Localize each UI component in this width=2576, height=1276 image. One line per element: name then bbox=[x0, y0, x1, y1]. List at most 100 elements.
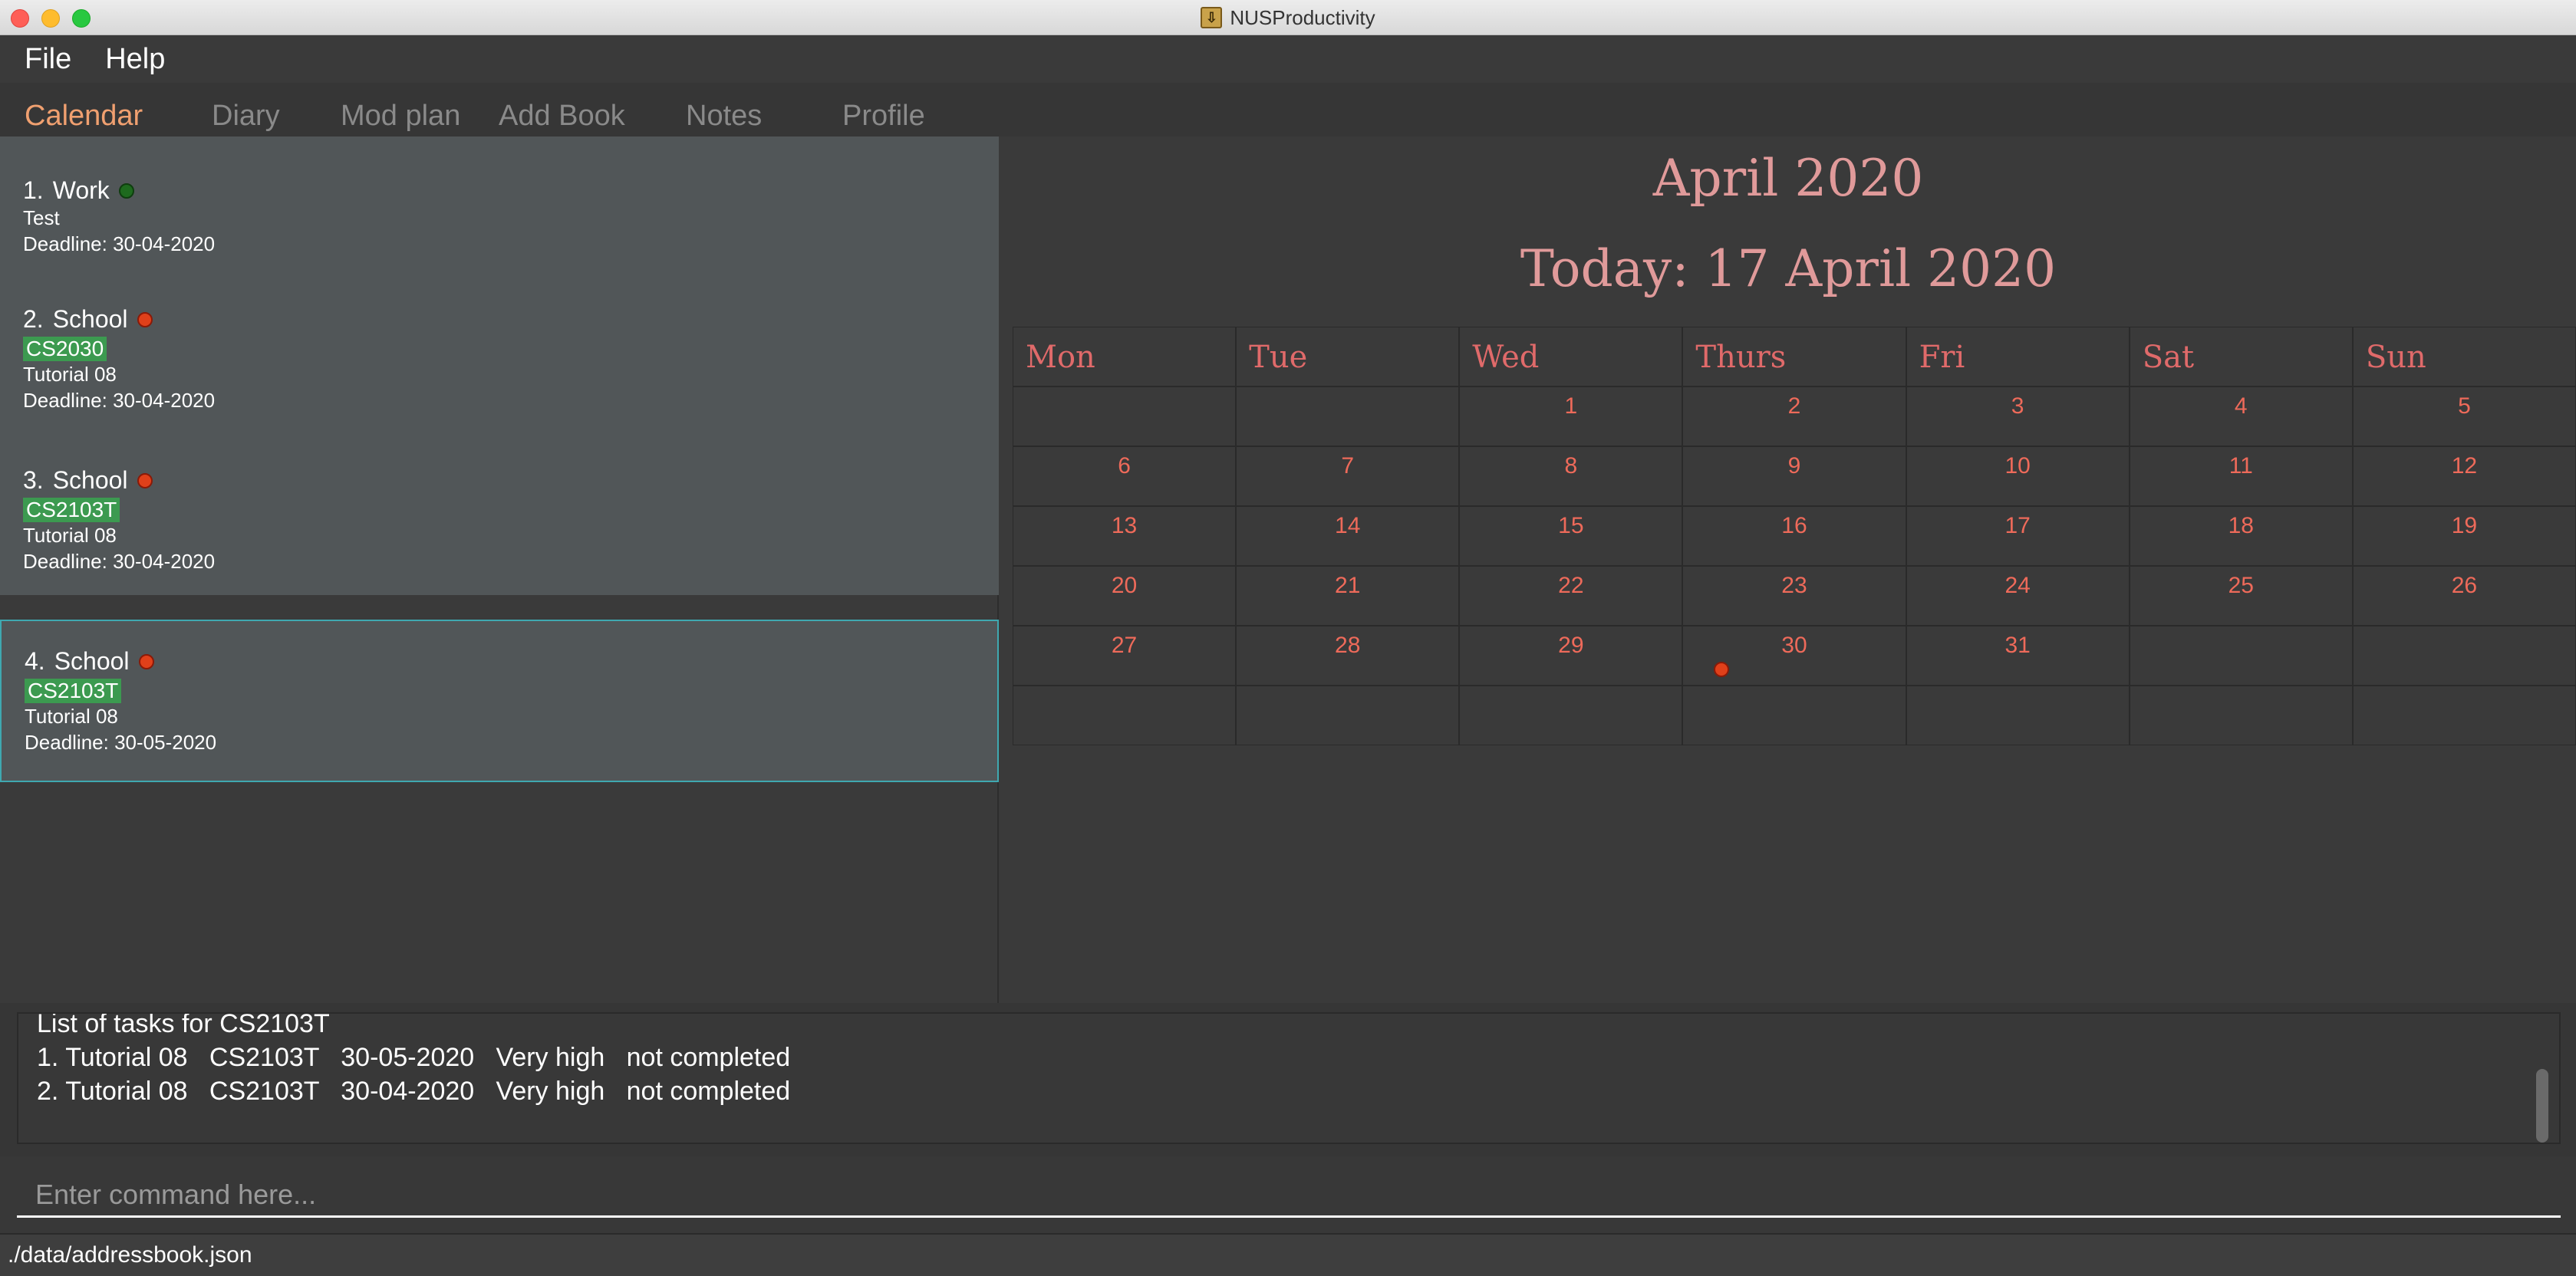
calendar-day-cell[interactable]: 3 bbox=[1906, 386, 2130, 446]
command-input[interactable] bbox=[17, 1173, 2561, 1218]
calendar-day-cell[interactable]: 30 bbox=[1682, 626, 1906, 686]
calendar-day-cell[interactable]: 24 bbox=[1906, 566, 2130, 626]
calendar-day-number: 4 bbox=[2234, 393, 2248, 419]
tab-add-book[interactable]: Add Book bbox=[499, 100, 625, 133]
status-bar: ./data/addressbook.json bbox=[0, 1233, 2576, 1276]
tab-profile[interactable]: Profile bbox=[842, 100, 925, 133]
calendar-day-number: 31 bbox=[2004, 633, 2031, 658]
calendar-day-cell[interactable] bbox=[1236, 386, 1460, 446]
event-dot-icon bbox=[1714, 662, 1730, 677]
calendar-day-cell[interactable] bbox=[2352, 686, 2576, 745]
calendar-day-number: 18 bbox=[2228, 513, 2254, 538]
calendar-day-cell[interactable] bbox=[1013, 386, 1237, 446]
menu-help[interactable]: Help bbox=[105, 43, 165, 76]
task-list-item[interactable]: 2. School CS2030 Tutorial 08 Deadline: 3… bbox=[0, 276, 999, 434]
calendar-day-cell[interactable]: 27 bbox=[1013, 626, 1237, 686]
tab-diary[interactable]: Diary bbox=[212, 100, 280, 133]
task-list-item[interactable]: 3. School CS2103T Tutorial 08 Deadline: … bbox=[0, 434, 999, 595]
calendar-day-cell[interactable]: 14 bbox=[1236, 506, 1460, 566]
weekday-header: Sun bbox=[2352, 327, 2576, 386]
calendar-day-cell[interactable]: 4 bbox=[2129, 386, 2353, 446]
calendar-day-cell[interactable]: 16 bbox=[1682, 506, 1906, 566]
task-deadline: Deadline: 30-04-2020 bbox=[23, 232, 216, 255]
calendar-day-number: 8 bbox=[1564, 453, 1578, 479]
calendar-day-cell[interactable] bbox=[2129, 686, 2353, 745]
calendar-day-cell[interactable] bbox=[2352, 626, 2576, 686]
status-dot-icon bbox=[138, 653, 154, 669]
calendar-day-cell[interactable]: 6 bbox=[1013, 446, 1237, 506]
tab-notes[interactable]: Notes bbox=[686, 100, 762, 133]
calendar-day-cell[interactable]: 12 bbox=[2352, 446, 2576, 506]
calendar-day-cell[interactable]: 13 bbox=[1013, 506, 1237, 566]
calendar-day-number: 22 bbox=[1558, 573, 1584, 598]
calendar-day-cell[interactable]: 2 bbox=[1682, 386, 1906, 446]
calendar-day-number: 23 bbox=[1781, 573, 1807, 598]
calendar-day-number: 7 bbox=[1341, 453, 1355, 479]
command-box-panel bbox=[0, 1156, 2576, 1233]
calendar-day-number: 15 bbox=[1558, 513, 1584, 538]
calendar-day-number: 17 bbox=[2004, 513, 2031, 538]
calendar-day-number: 26 bbox=[2451, 573, 2478, 598]
calendar-day-cell[interactable] bbox=[1682, 686, 1906, 745]
tab-mod-plan[interactable]: Mod plan bbox=[341, 100, 460, 133]
calendar-day-cell[interactable]: 28 bbox=[1236, 626, 1460, 686]
calendar-day-cell[interactable]: 19 bbox=[2352, 506, 2576, 566]
calendar-day-number: 2 bbox=[1787, 393, 1801, 419]
calendar-day-cell[interactable] bbox=[1459, 686, 1683, 745]
module-tag: CS2103T bbox=[25, 679, 122, 703]
task-list-item[interactable]: 1. Work Test Deadline: 30-04-2020 bbox=[0, 136, 999, 276]
tab-calendar[interactable]: Calendar bbox=[25, 100, 143, 133]
window-titlebar: ⇩ NUSProductivity bbox=[0, 0, 2576, 35]
module-tag: CS2103T bbox=[23, 498, 120, 522]
calendar-day-cell[interactable] bbox=[1906, 686, 2130, 745]
calendar-day-cell[interactable]: 11 bbox=[2129, 446, 2353, 506]
calendar-day-cell[interactable]: 29 bbox=[1459, 626, 1683, 686]
calendar-day-cell[interactable]: 21 bbox=[1236, 566, 1460, 626]
calendar-day-cell[interactable]: 25 bbox=[2129, 566, 2353, 626]
calendar-day-number: 30 bbox=[1781, 633, 1807, 658]
calendar-day-cell[interactable]: 10 bbox=[1906, 446, 2130, 506]
calendar-day-cell[interactable]: 22 bbox=[1459, 566, 1683, 626]
window-title-group: ⇩ NUSProductivity bbox=[0, 0, 2576, 35]
calendar-day-cell[interactable] bbox=[1013, 686, 1237, 745]
calendar-day-cell[interactable]: 17 bbox=[1906, 506, 2130, 566]
save-file-path: ./data/addressbook.json bbox=[8, 1242, 252, 1268]
calendar-day-number: 20 bbox=[1111, 573, 1138, 598]
calendar-day-cell[interactable]: 15 bbox=[1459, 506, 1683, 566]
result-line: List of tasks for CS2103T bbox=[37, 1012, 330, 1038]
result-scrollbar[interactable] bbox=[2536, 1069, 2548, 1143]
calendar-day-number: 25 bbox=[2228, 573, 2254, 598]
calendar-day-number: 21 bbox=[1335, 573, 1361, 598]
calendar-day-cell[interactable]: 9 bbox=[1682, 446, 1906, 506]
calendar-day-cell[interactable] bbox=[1236, 686, 1460, 745]
task-deadline: Deadline: 30-04-2020 bbox=[23, 550, 216, 573]
calendar-day-cell[interactable]: 18 bbox=[2129, 506, 2353, 566]
calendar-day-number: 5 bbox=[2458, 393, 2471, 419]
calendar-day-cell[interactable]: 23 bbox=[1682, 566, 1906, 626]
calendar-day-number: 16 bbox=[1781, 513, 1807, 538]
calendar-day-cell[interactable]: 5 bbox=[2352, 386, 2576, 446]
task-name: Test bbox=[23, 206, 60, 229]
calendar-day-number: 3 bbox=[2011, 393, 2024, 419]
task-list-item-selected[interactable]: 4. School CS2103T Tutorial 08 Deadline: … bbox=[0, 620, 999, 782]
calendar-day-cell[interactable]: 26 bbox=[2352, 566, 2576, 626]
task-category: Work bbox=[52, 176, 110, 204]
weekday-header: Thurs bbox=[1682, 327, 1906, 386]
calendar-day-cell[interactable]: 7 bbox=[1236, 446, 1460, 506]
calendar-day-cell[interactable]: 1 bbox=[1459, 386, 1683, 446]
calendar-day-cell[interactable]: 20 bbox=[1013, 566, 1237, 626]
calendar-day-number: 27 bbox=[1111, 633, 1138, 658]
weekday-header: Wed bbox=[1459, 327, 1683, 386]
menu-file[interactable]: File bbox=[25, 43, 71, 76]
menu-bar: File Help bbox=[0, 35, 2576, 83]
calendar-day-cell[interactable]: 8 bbox=[1459, 446, 1683, 506]
app-icon: ⇩ bbox=[1201, 7, 1223, 28]
result-display[interactable]: List of tasks for CS2103T 1. Tutorial 08… bbox=[17, 1012, 2561, 1144]
calendar-grid: Mon Tue Wed Thurs Fri Sat Sun 1 2 3 4 5 6 7 8 9 10 11 12 13… bbox=[1013, 327, 2576, 745]
task-category: School bbox=[54, 647, 130, 675]
calendar-day-cell[interactable] bbox=[2129, 626, 2353, 686]
calendar-day-cell[interactable]: 31 bbox=[1906, 626, 2130, 686]
calendar-panel: April 2020 Today: 17 April 2020 Mon Tue We… bbox=[1000, 136, 2576, 1003]
task-name: Tutorial 08 bbox=[23, 363, 117, 386]
tab-bar: Calendar Diary Mod plan Add Book Notes P… bbox=[0, 83, 2576, 136]
